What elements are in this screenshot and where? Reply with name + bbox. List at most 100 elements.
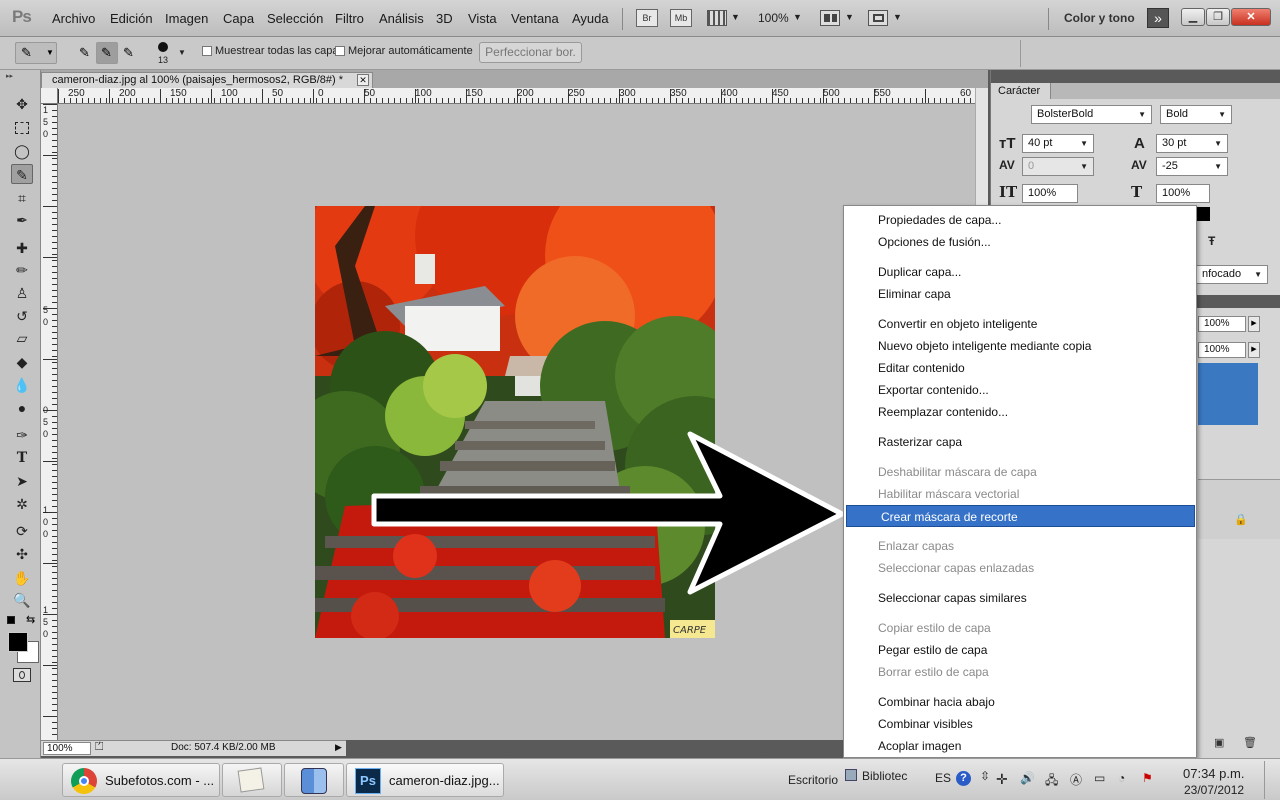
status-info-icon[interactable]: ⏍ [95,741,103,754]
tool-preset-picker[interactable]: ✎ ▼ [15,42,57,64]
font-style-select[interactable]: Bold ▼ [1160,105,1232,124]
menu-item-editar-contenido[interactable]: Editar contenido [844,357,1196,379]
horizontal-scale-field[interactable]: 100% [1156,184,1210,203]
3d-rotate-tool-icon[interactable]: ⟳ [11,521,33,541]
tracking-select[interactable]: -25 ▼ [1156,157,1228,176]
restore-button[interactable]: ❐ [1206,8,1230,26]
menu-item-convertir-objeto-inteligente[interactable]: Convertir en objeto inteligente [844,313,1196,335]
chevron-down-icon[interactable]: ▼ [893,12,902,22]
sample-all-layers-checkbox[interactable] [202,46,212,56]
layer-fill-field[interactable]: 100% [1198,342,1246,358]
chevron-down-icon[interactable]: ▼ [731,12,740,22]
help-icon[interactable]: ? [956,771,971,786]
eyedropper-tool-icon[interactable]: ✒ [11,210,33,230]
move-tool-icon[interactable]: ✥ [11,94,33,114]
trash-icon[interactable]: 🗑 [1243,736,1257,749]
quick-selection-tool-icon[interactable]: ✎ [11,164,33,184]
network-icon[interactable]: 🖧 [1045,771,1058,792]
lasso-tool-icon[interactable]: ◯ [11,141,33,161]
subtract-selection-icon[interactable]: ✎ [118,42,140,64]
foreground-color-swatch[interactable] [8,632,28,652]
history-brush-tool-icon[interactable]: ↺ [11,306,33,326]
clock-date[interactable]: 23/07/2012 [1184,783,1244,797]
pen-tool-icon[interactable]: ✑ [11,425,33,445]
move-icon[interactable]: ✛ [996,771,1008,788]
menu-vista[interactable]: Vista [468,11,497,26]
workspace-more-icon[interactable]: » [1147,8,1169,28]
shape-tool-icon[interactable]: ✲ [11,494,33,514]
screen-mode-icon[interactable] [868,10,888,26]
menu-item-nuevo-objeto-inteligente[interactable]: Nuevo objeto inteligente mediante copia [844,335,1196,357]
eraser-tool-icon[interactable]: ▱ [11,328,33,348]
document-tab[interactable]: cameron-diaz.jpg al 100% (paisajes_hermo… [41,72,373,88]
desktop-toolbar[interactable]: Escritorio [788,773,838,787]
chevron-down-icon[interactable]: ▼ [178,48,186,57]
menu-item-pegar-estilo[interactable]: Pegar estilo de capa [844,639,1196,661]
menu-item-combinar-abajo[interactable]: Combinar hacia abajo [844,691,1196,713]
menu-item-eliminar-capa[interactable]: Eliminar capa [844,283,1196,305]
show-desktop-button[interactable] [1264,761,1278,799]
clone-stamp-tool-icon[interactable]: ♙ [11,283,33,303]
menu-item-crear-mascara-recorte[interactable]: Crear máscara de recorte [846,505,1195,527]
brush-tool-icon[interactable]: ✏ [11,260,33,280]
tray-overflow-icon[interactable]: ⇳ [980,769,990,783]
text-color-swatch[interactable] [1196,207,1210,221]
refine-edge-button[interactable]: Perfeccionar bor. [479,42,582,63]
strikethrough-icon[interactable]: Ŧ [1208,234,1215,248]
menu-item-acoplar-imagen[interactable]: Acoplar imagen [844,735,1196,757]
menu-item-seleccionar-similares[interactable]: Seleccionar capas similares [844,587,1196,609]
close-button[interactable]: ✕ [1231,8,1271,26]
minimize-button[interactable]: ▁ [1181,8,1205,26]
menu-filtro[interactable]: Filtro [335,11,364,26]
menu-seleccion[interactable]: Selección [267,11,323,26]
chevron-down-icon[interactable]: ▼ [793,12,802,22]
action-center-icon[interactable]: ⚑ [1142,771,1153,785]
taskbar-task-chrome[interactable]: Subefotos.com - ... [62,763,220,797]
volume-icon[interactable]: 🔊 [1020,771,1035,785]
opacity-arrow-icon[interactable]: ▶ [1248,316,1260,332]
blur-tool-icon[interactable]: 💧 [11,375,33,395]
brush-tip-icon[interactable] [158,42,168,52]
font-family-select[interactable]: BolsterBold ▼ [1031,105,1152,124]
taskbar-task-notes[interactable] [222,763,282,797]
workspace-name[interactable]: Color y tono [1064,11,1135,25]
chevron-down-icon[interactable]: ▼ [845,12,854,22]
menu-capa[interactable]: Capa [223,11,254,26]
close-icon[interactable]: ✕ [357,74,369,86]
extras-icon[interactable] [707,10,727,26]
background-layer-row[interactable] [1198,479,1280,539]
path-selection-tool-icon[interactable]: ➤ [11,471,33,491]
menu-item-reemplazar-contenido[interactable]: Reemplazar contenido... [844,401,1196,423]
crop-tool-icon[interactable]: ⌗ [11,188,33,208]
new-selection-icon[interactable]: ✎ [74,42,96,64]
menu-3d[interactable]: 3D [436,11,453,26]
menu-ventana[interactable]: Ventana [511,11,559,26]
panel-tab-character[interactable]: Carácter [991,83,1051,99]
menu-imagen[interactable]: Imagen [165,11,208,26]
arrange-documents-icon[interactable] [820,10,840,26]
menu-item-opciones-fusion[interactable]: Opciones de fusión... [844,231,1196,253]
clock-time[interactable]: 07:34 p.m. [1183,766,1244,781]
library-toolbar[interactable]: Bibliotec [862,769,907,783]
menu-analisis[interactable]: Análisis [379,11,424,26]
auto-enhance-checkbox[interactable] [335,46,345,56]
vertical-scale-field[interactable]: 100% [1022,184,1078,203]
quick-mask-icon[interactable] [13,668,31,682]
zoom-level[interactable]: 100% [758,11,789,25]
status-menu-arrow-icon[interactable]: ▶ [335,742,342,753]
layer-opacity-field[interactable]: 100% [1198,316,1246,332]
zoom-field[interactable]: 100% [43,742,91,755]
zoom-tool-icon[interactable]: 🔍 [11,590,33,610]
3d-camera-tool-icon[interactable]: ✣ [11,544,33,564]
language-indicator[interactable]: ES [935,771,951,785]
taskbar-task-finder[interactable] [284,763,344,797]
battery-icon[interactable]: ▭ [1094,771,1105,785]
mini-bridge-button[interactable]: Mb [670,9,692,27]
menu-item-duplicar-capa[interactable]: Duplicar capa... [844,261,1196,283]
bridge-button[interactable]: Br [636,9,658,27]
menu-item-exportar-contenido[interactable]: Exportar contenido... [844,379,1196,401]
kerning-select[interactable]: 0 ▼ [1022,157,1094,176]
antialias-select[interactable]: nfocado ▼ [1196,265,1268,284]
antivirus-icon[interactable]: Ⓐ [1070,771,1082,788]
menu-item-combinar-visibles[interactable]: Combinar visibles [844,713,1196,735]
